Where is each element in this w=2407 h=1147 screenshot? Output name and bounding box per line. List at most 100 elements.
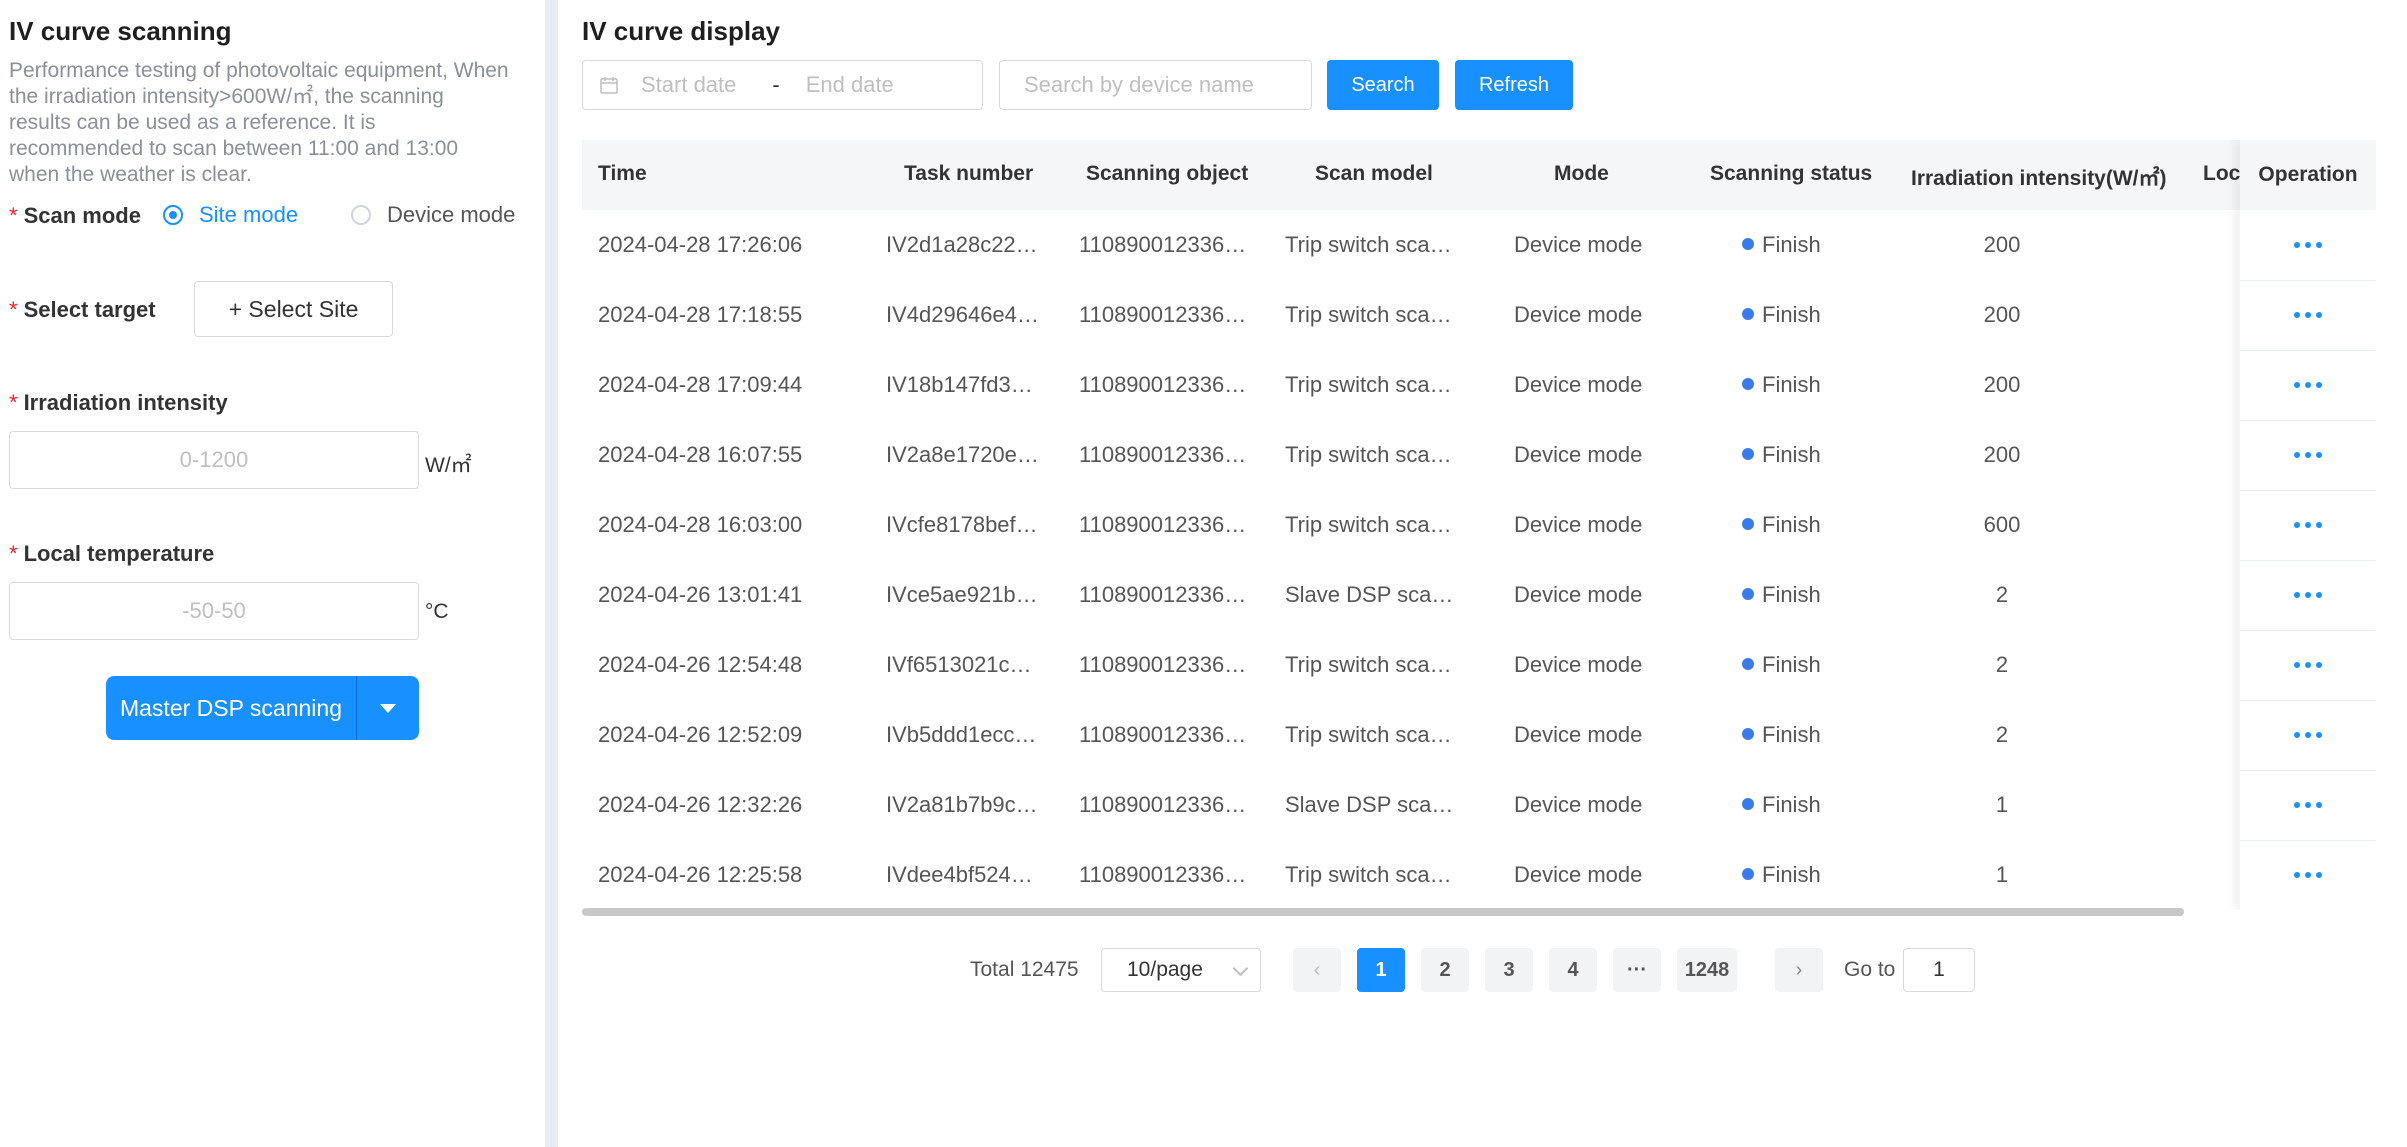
page-ellipsis[interactable]: ··· [1613, 948, 1661, 992]
cell-irradiation: 200 [1983, 372, 2021, 397]
page-button[interactable]: 3 [1485, 948, 1533, 992]
date-range-picker[interactable]: Start date - End date [582, 60, 983, 110]
col-mode[interactable]: Mode [1554, 162, 1609, 186]
more-icon [2294, 242, 2322, 248]
more-actions-button[interactable] [2240, 490, 2376, 561]
cell-scan-model: Trip switch sca… [1285, 862, 1452, 887]
panel-title-scanning: IV curve scanning [9, 16, 232, 46]
more-icon [2294, 382, 2322, 388]
select-site-button[interactable]: + Select Site [194, 281, 393, 337]
table-row: 2024-04-26 12:32:26 IV2a81b7b9c… 110890012… [582, 770, 2376, 841]
col-local-temp[interactable]: Loc [2203, 162, 2240, 186]
cell-task-number: IV18b147fd3… [886, 372, 1033, 397]
temperature-input[interactable]: -50-50 [9, 582, 419, 640]
cell-status: Finish [1742, 792, 1821, 818]
start-date-input[interactable]: Start date [641, 72, 736, 98]
more-actions-button[interactable] [2240, 280, 2376, 351]
cell-task-number: IVf6513021c… [886, 652, 1032, 677]
goto-page-input[interactable]: 1 [1903, 948, 1975, 992]
page-size-select[interactable]: 10/page [1101, 948, 1261, 992]
more-icon [2294, 872, 2322, 878]
status-text: Finish [1762, 302, 1821, 327]
cell-scan-model: Slave DSP sca… [1285, 582, 1454, 607]
more-actions-button[interactable] [2240, 630, 2376, 701]
scan-results-table: Time Task number Scanning object Scan mo… [582, 140, 2376, 910]
iv-display-panel: IV curve display Start date - End date S… [558, 0, 2407, 1147]
status-text: Finish [1762, 582, 1821, 607]
chevron-right-icon: › [1795, 958, 1803, 981]
page-button[interactable]: 1 [1357, 948, 1405, 992]
status-dot-icon [1742, 868, 1754, 881]
cell-scanning-object: 110890012336… [1079, 512, 1247, 537]
cell-mode: Device mode [1514, 232, 1643, 257]
cell-scanning-object: 110890012336… [1079, 652, 1247, 677]
cell-task-number: IVcfe8178bef… [886, 512, 1038, 537]
col-time[interactable]: Time [598, 162, 647, 186]
more-actions-button[interactable] [2240, 840, 2376, 910]
prev-page-button[interactable]: ‹ [1293, 948, 1341, 992]
search-button[interactable]: Search [1327, 60, 1439, 110]
horizontal-scrollbar[interactable] [582, 908, 2184, 916]
irradiation-input[interactable]: 0-1200 [9, 431, 419, 489]
col-irradiation[interactable]: Irradiation intensity(W/㎡) [1911, 162, 2167, 192]
next-page-button[interactable]: › [1775, 948, 1823, 992]
cell-irradiation: 1 [1995, 862, 2009, 887]
cell-scan-model: Trip switch sca… [1285, 442, 1452, 467]
scan-mode-label-text: Scan mode [23, 203, 141, 228]
temperature-unit: °C [425, 600, 449, 623]
status-text: Finish [1762, 792, 1821, 817]
page-button[interactable]: 4 [1549, 948, 1597, 992]
status-text: Finish [1762, 862, 1821, 887]
page-button[interactable]: 1248 [1677, 948, 1737, 992]
cell-irradiation: 200 [1983, 232, 2021, 257]
col-task-number[interactable]: Task number [904, 162, 1033, 186]
more-icon [2294, 592, 2322, 598]
end-date-input[interactable]: End date [806, 72, 894, 98]
cell-task-number: IV2a8e1720e… [886, 442, 1039, 467]
radio-unchecked-icon [351, 205, 371, 225]
more-actions-button[interactable] [2240, 700, 2376, 771]
cell-mode: Device mode [1514, 792, 1643, 817]
radio-site-mode[interactable]: Site mode [163, 202, 298, 228]
more-icon [2294, 662, 2322, 668]
cell-status: Finish [1742, 652, 1821, 678]
cell-mode: Device mode [1514, 512, 1643, 537]
refresh-button[interactable]: Refresh [1455, 60, 1573, 110]
required-mark: * [9, 203, 18, 228]
cell-task-number: IV4d29646e4… [886, 302, 1039, 327]
status-dot-icon [1742, 238, 1754, 251]
cell-time: 2024-04-28 16:03:00 [598, 512, 803, 537]
cell-irradiation: 2 [1995, 652, 2009, 677]
scan-options-dropdown[interactable] [357, 676, 419, 740]
cell-task-number: IVb5ddd1ecc… [886, 722, 1037, 747]
more-actions-button[interactable] [2240, 350, 2376, 421]
cell-scan-model: Trip switch sca… [1285, 372, 1452, 397]
cell-scanning-object: 110890012336… [1079, 302, 1247, 327]
col-scanning-object[interactable]: Scanning object [1086, 162, 1248, 186]
goto-label: Go to [1844, 958, 1896, 981]
panel-title-display: IV curve display [582, 16, 780, 46]
status-dot-icon [1742, 588, 1754, 601]
status-dot-icon [1742, 518, 1754, 531]
more-actions-button[interactable] [2240, 210, 2376, 281]
cell-status: Finish [1742, 512, 1821, 538]
radio-device-mode[interactable]: Device mode [351, 202, 515, 228]
select-target-label: * Select target [9, 297, 156, 323]
master-dsp-scan-button[interactable]: Master DSP scanning [106, 676, 357, 740]
status-text: Finish [1762, 512, 1821, 537]
cell-scan-model: Trip switch sca… [1285, 652, 1452, 677]
page-button[interactable]: 2 [1421, 948, 1469, 992]
cell-scanning-object: 110890012336… [1079, 722, 1247, 747]
cell-time: 2024-04-28 17:09:44 [598, 372, 803, 397]
more-actions-button[interactable] [2240, 560, 2376, 631]
device-search-input[interactable]: Search by device name [999, 60, 1312, 110]
cell-mode: Device mode [1514, 862, 1643, 887]
col-scan-model[interactable]: Scan model [1315, 162, 1433, 186]
cell-scan-model: Slave DSP sca… [1285, 792, 1454, 817]
more-actions-button[interactable] [2240, 770, 2376, 841]
temperature-label: * Local temperature [9, 541, 214, 567]
more-actions-button[interactable] [2240, 420, 2376, 491]
status-text: Finish [1762, 652, 1821, 677]
cell-time: 2024-04-26 13:01:41 [598, 582, 803, 607]
col-scanning-status[interactable]: Scanning status [1710, 162, 1872, 186]
